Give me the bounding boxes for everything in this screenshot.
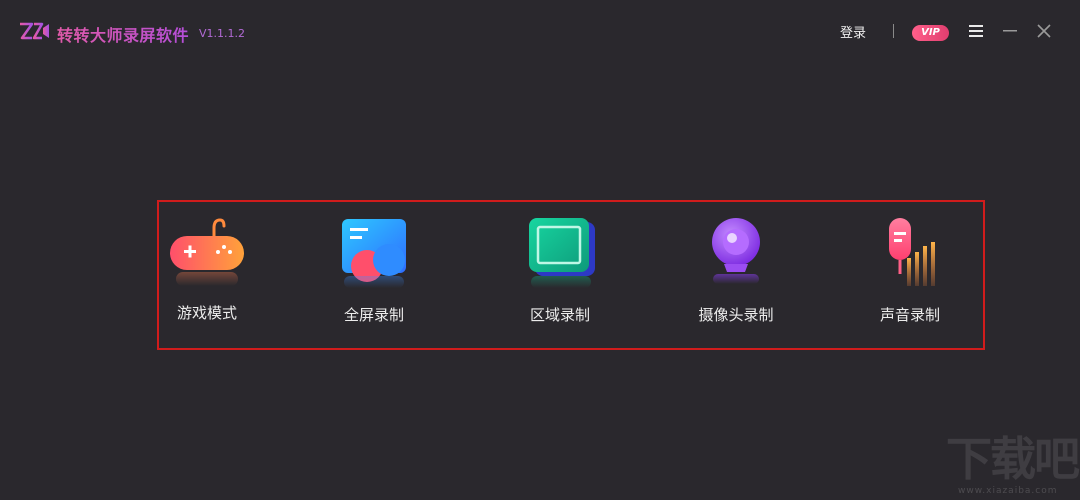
gamepad-icon bbox=[170, 218, 244, 286]
recording-mode-panel: 游戏模式 全屏录制 区域录制 摄像头录制 声音录制 bbox=[157, 200, 985, 350]
mode-label: 游戏模式 bbox=[176, 304, 237, 322]
mode-region[interactable]: 区域录制 bbox=[495, 214, 625, 334]
mode-audio[interactable]: 声音录制 bbox=[845, 214, 975, 334]
watermark: 下载吧 bbox=[946, 432, 1080, 486]
app-title: 转转大师录屏软件 bbox=[57, 22, 189, 46]
mode-label: 全屏录制 bbox=[343, 306, 404, 324]
mode-label: 摄像头录制 bbox=[698, 306, 774, 324]
region-icon bbox=[529, 218, 595, 288]
mode-label: 声音录制 bbox=[879, 306, 940, 324]
mode-fullscreen[interactable]: 全屏录制 bbox=[309, 214, 439, 334]
login-link[interactable]: 登录 bbox=[840, 22, 866, 41]
titlebar-separator bbox=[893, 24, 894, 38]
zz-logo-icon bbox=[20, 22, 49, 40]
title-bar[interactable]: 转转大师录屏软件 V1.1.1.2 登录 VIP bbox=[0, 0, 1080, 64]
app-version: V1.1.1.2 bbox=[199, 27, 246, 40]
fullscreen-icon bbox=[342, 219, 406, 288]
watermark-url: www.xiazaiba.com bbox=[958, 486, 1058, 496]
recorder-app-window: 转转大师录屏软件 V1.1.1.2 登录 VIP 游戏模式 全屏录制 区域录制 … bbox=[0, 0, 1080, 500]
mode-camera[interactable]: 摄像头录制 bbox=[671, 214, 801, 334]
mode-game[interactable]: 游戏模式 bbox=[142, 214, 272, 334]
camera-icon bbox=[712, 218, 760, 284]
minimize-icon[interactable] bbox=[999, 20, 1021, 42]
hamburger-menu-icon[interactable] bbox=[965, 20, 987, 42]
vip-button[interactable]: VIP bbox=[912, 25, 949, 41]
close-icon[interactable] bbox=[1033, 20, 1055, 42]
microphone-icon bbox=[889, 218, 935, 286]
mode-label: 区域录制 bbox=[529, 306, 590, 324]
